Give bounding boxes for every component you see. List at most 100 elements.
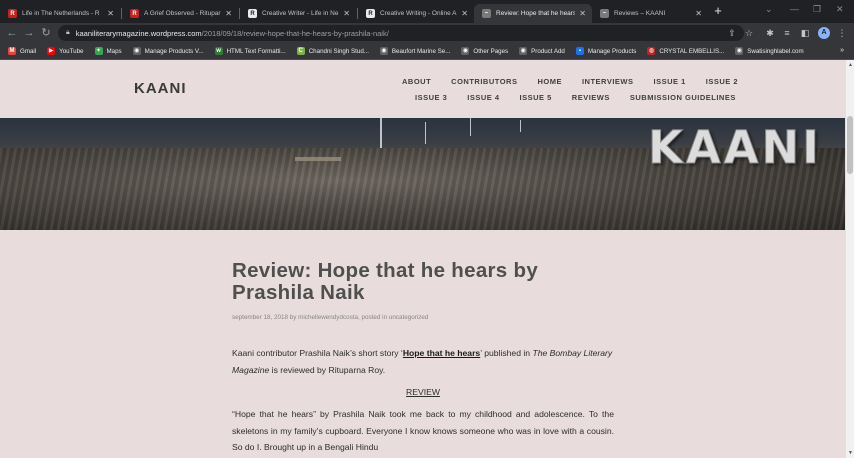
hero-debris [295, 157, 341, 161]
close-tab-icon[interactable]: ✕ [343, 9, 350, 18]
scrollbar-thumb[interactable] [847, 116, 853, 174]
bookmarks-overflow-icon[interactable]: » [840, 47, 844, 54]
bookmark-chandni[interactable]: C Chandni Singh Stud... [296, 47, 369, 55]
browser-tab[interactable]: R Creative Writer - Life in Ne ✕ [240, 4, 356, 23]
reload-icon[interactable]: ↻ [39, 26, 53, 40]
story-link[interactable]: Hope that he hears [403, 348, 480, 358]
profile-avatar[interactable]: A [818, 27, 830, 39]
bookmark-label: Chandni Singh Stud... [308, 47, 369, 55]
tab-favicon-icon: ~ [482, 9, 491, 18]
globe-icon: ◉ [519, 47, 528, 55]
bookmark-manage-products-v[interactable]: ◉ Manage Products V... [132, 47, 204, 55]
share-icon[interactable]: ⇪ [726, 27, 738, 39]
site-icon: C [296, 47, 305, 55]
bookmark-label: HTML Text Formatti... [226, 47, 286, 55]
site-icon: ▪ [575, 47, 584, 55]
nav-item-issue-4[interactable]: ISSUE 4 [467, 93, 499, 102]
nav-item-contributors[interactable]: CONTRIBUTORS [451, 77, 517, 86]
tab-title: Life in The Netherlands - R [22, 10, 100, 17]
bookmark-maps[interactable]: ✦ Maps [94, 47, 122, 55]
browser-tab-active[interactable]: ~ Review: Hope that he hears ✕ [474, 4, 592, 23]
restore-icon[interactable]: ❐ [813, 4, 821, 15]
nav-item-issue-3[interactable]: ISSUE 3 [415, 93, 447, 102]
tab-favicon-icon: R [130, 9, 139, 18]
post-meta: september 18, 2018 by michellewendydcost… [232, 314, 429, 321]
bookmark-gmail[interactable]: M Gmail [8, 47, 36, 55]
back-icon[interactable]: ← [5, 26, 19, 40]
hero-light-streak [470, 118, 471, 136]
globe-icon: ◉ [461, 47, 470, 55]
intro-text: is reviewed by Rituparna Roy. [269, 365, 386, 375]
hero-light-streak [425, 122, 426, 144]
nav-item-interviews[interactable]: INTERVIEWS [582, 77, 634, 86]
address-bar[interactable]: 🔒︎ kaaniliterarymagazine.wordpress.com/2… [58, 25, 744, 41]
tab-search-icon[interactable]: ⌄ [765, 4, 773, 15]
extensions-icon[interactable]: ✱ [764, 27, 776, 39]
lock-icon[interactable]: 🔒︎ [66, 29, 70, 37]
close-window-icon[interactable]: ✕ [836, 4, 844, 15]
bookmark-star-icon[interactable]: ☆ [743, 27, 755, 39]
menu-kebab-icon[interactable]: ⋮ [836, 27, 848, 39]
article: Review: Hope that he hears by Prashila N… [232, 260, 614, 456]
browser-tab[interactable]: R A Grief Observed - Ritupar ✕ [122, 4, 238, 23]
new-tab-icon[interactable]: + [711, 4, 725, 19]
nav-item-submission-guidelines[interactable]: SUBMISSION GUIDELINES [630, 93, 736, 102]
header-image: KAANI [0, 118, 845, 230]
review-heading: REVIEW [406, 387, 440, 397]
nav-item-issue-1[interactable]: ISSUE 1 [654, 77, 686, 86]
browser-tab[interactable]: R Life in The Netherlands - R ✕ [0, 4, 120, 23]
globe-icon: ◉ [735, 47, 744, 55]
bookmark-label: Gmail [20, 47, 37, 55]
close-tab-icon[interactable]: ✕ [225, 9, 232, 18]
nav-item-issue-5[interactable]: ISSUE 5 [520, 93, 552, 102]
hero-light-streak [380, 118, 382, 148]
globe-icon: ◉ [379, 47, 388, 55]
article-intro: Kaani contributor Prashila Naik’s short … [232, 345, 614, 379]
tab-title: A Grief Observed - Ritupar [144, 10, 221, 17]
bookmark-manage-products[interactable]: ▪ Manage Products [575, 47, 636, 55]
article-body: “Hope that he hears” by Prashila Naik to… [232, 409, 614, 452]
bookmark-label: Manage Products V... [144, 47, 204, 55]
reading-list-icon[interactable]: ≡ [781, 27, 793, 39]
scroll-up-icon[interactable]: ▲ [847, 62, 854, 68]
bookmark-label: YouTube [59, 47, 84, 55]
close-tab-icon[interactable]: ✕ [107, 9, 114, 18]
url-path: /2018/09/18/review-hope-that-he-hears-by… [201, 28, 389, 38]
nav-item-issue-2[interactable]: ISSUE 2 [706, 77, 738, 86]
browser-toolbar: ← → ↻ 🔒︎ kaaniliterarymagazine.wordpress… [0, 23, 854, 43]
bookmark-product-add[interactable]: ◉ Product Add [519, 47, 565, 55]
bookmarks-bar: M Gmail ▶ YouTube ✦ Maps ◉ Manage Products V… [0, 43, 854, 60]
side-panel-icon[interactable]: ◧ [799, 27, 811, 39]
bookmark-beaufort[interactable]: ◉ Beaufort Marine Se... [379, 47, 451, 55]
bookmark-label: Swatisinghlabel.com [747, 47, 804, 55]
bookmark-swatisinghlabel[interactable]: ◉ Swatisinghlabel.com [735, 47, 804, 55]
close-tab-icon[interactable]: ✕ [579, 9, 586, 18]
nav-item-reviews[interactable]: REVIEWS [572, 93, 610, 102]
site-title[interactable]: KAANI [134, 80, 187, 97]
bookmark-youtube[interactable]: ▶ YouTube [47, 47, 84, 55]
bookmark-other-pages[interactable]: ◉ Other Pages [461, 47, 508, 55]
bookmark-label: CRYSTAL EMBELLIS... [659, 47, 725, 55]
tab-title: Review: Hope that he hears [496, 10, 576, 17]
close-tab-icon[interactable]: ✕ [695, 9, 702, 18]
hero-light-streak [520, 120, 521, 132]
globe-icon: ◉ [132, 47, 141, 55]
bookmark-html-text[interactable]: w HTML Text Formatti... [214, 47, 286, 55]
close-tab-icon[interactable]: ✕ [461, 9, 468, 18]
tab-title: Reviews – KAANI [614, 10, 666, 17]
nav-item-home[interactable]: HOME [537, 77, 562, 86]
browser-tab[interactable]: ~ Reviews – KAANI ✕ [592, 4, 708, 23]
forward-icon[interactable]: → [22, 26, 36, 40]
scroll-down-icon[interactable]: ▼ [847, 450, 854, 456]
bookmark-label: Product Add [531, 47, 565, 55]
page-scrollbar[interactable]: ▲ ▼ [845, 60, 854, 458]
minimize-icon[interactable]: — [790, 4, 799, 14]
bookmark-label: Beaufort Marine Se... [391, 47, 451, 55]
nav-item-about[interactable]: ABOUT [402, 77, 431, 86]
browser-tab[interactable]: R Creative Writing - Online A ✕ [358, 4, 474, 23]
youtube-icon: ▶ [47, 47, 56, 55]
bookmark-crystal[interactable]: ◍ CRYSTAL EMBELLIS... [647, 47, 724, 55]
maps-icon: ✦ [94, 47, 103, 55]
gmail-icon: M [8, 47, 16, 55]
tab-favicon-icon: R [8, 9, 17, 18]
